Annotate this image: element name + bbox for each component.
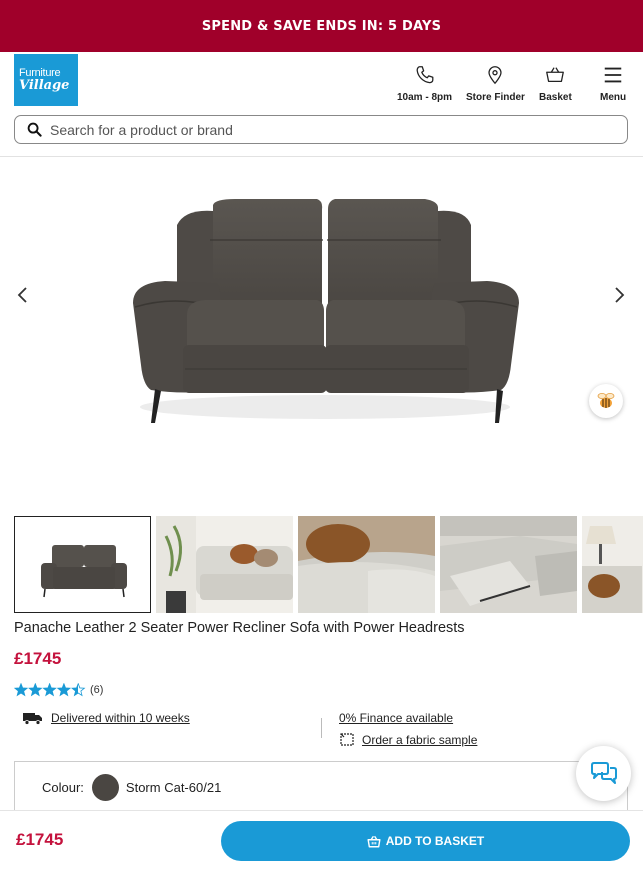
rating-stars-icon (14, 683, 86, 697)
search-icon (27, 122, 42, 137)
chat-bubbles-icon (590, 761, 617, 784)
delivery-link[interactable]: Delivered within 10 weeks (51, 711, 190, 725)
opening-hours-label: 10am - 8pm (397, 92, 453, 103)
basket-link[interactable]: Basket (539, 64, 572, 103)
store-finder-link[interactable]: Store Finder (466, 64, 525, 103)
site-header: Furniture Village 10am - 8pm Store Finde… (0, 52, 643, 110)
phone-icon (416, 66, 433, 84)
search-bar[interactable] (14, 115, 628, 144)
colour-swatch[interactable] (91, 774, 119, 801)
thumbnail-2[interactable] (156, 516, 293, 613)
promo-banner[interactable]: SPEND & SAVE ENDS IN: 5 DAYS (0, 0, 643, 52)
product-title: Panache Leather 2 Seater Power Recliner … (14, 620, 465, 636)
rating-star (70, 683, 86, 697)
rating-star (56, 683, 72, 697)
fabric-sample-link[interactable]: Order a fabric sample (362, 733, 477, 747)
bee-widget-button[interactable] (589, 384, 623, 418)
thumbnail-1-image (15, 517, 150, 612)
thumbnail-3[interactable] (298, 516, 435, 613)
basket-icon (546, 67, 565, 83)
sticky-price: £1745 (16, 830, 64, 849)
info-divider (321, 718, 322, 738)
thumbnail-strip (14, 516, 643, 613)
product-price: £1745 (14, 649, 62, 668)
store-finder-label: Store Finder (466, 92, 525, 103)
logo-line-2: Village (19, 78, 70, 93)
basket-icon-small (367, 835, 381, 847)
previous-image-arrow-icon[interactable] (13, 285, 33, 305)
product-rating[interactable]: (6) (14, 683, 103, 697)
thumbnail-4[interactable] (440, 516, 577, 613)
search-input[interactable] (50, 121, 570, 138)
promo-text: SPEND & SAVE ENDS IN: 5 DAYS (201, 18, 442, 34)
opening-hours-link[interactable]: 10am - 8pm (397, 64, 452, 103)
add-to-basket-label: ADD TO BASKET (385, 834, 485, 848)
menu-button[interactable]: Menu (600, 64, 626, 103)
delivery-info[interactable]: Delivered within 10 weeks (22, 711, 190, 725)
fabric-sample-icon (340, 733, 354, 746)
fabric-sample-info[interactable]: Order a fabric sample (339, 732, 477, 747)
live-chat-button[interactable] (576, 746, 631, 801)
thumbnail-5[interactable] (582, 516, 643, 613)
thumbnail-4-image (440, 516, 577, 613)
colour-label: Colour: (42, 780, 84, 795)
furniture-village-logo[interactable]: Furniture Village (14, 54, 78, 106)
delivery-truck-icon (23, 713, 42, 725)
finance-link[interactable]: 0% Finance available (339, 711, 453, 725)
main-product-image (133, 199, 519, 423)
thumbnail-2-image (156, 516, 293, 613)
product-image-carousel[interactable] (0, 157, 643, 507)
rating-star (42, 683, 57, 697)
basket-label: Basket (539, 92, 572, 103)
next-image-arrow-icon[interactable] (609, 285, 629, 305)
thumbnail-5-image (582, 516, 643, 613)
menu-label: Menu (600, 92, 627, 103)
location-pin-icon (488, 66, 503, 85)
colour-selector[interactable]: Colour: Storm Cat-60/21 (14, 761, 628, 813)
finance-info[interactable]: 0% Finance available (339, 711, 453, 725)
add-to-basket-button[interactable]: ADD TO BASKET (221, 821, 630, 861)
hamburger-menu-icon (604, 67, 622, 83)
colour-name: Storm Cat-60/21 (125, 780, 222, 795)
sticky-add-to-basket-bar: £1745 ADD TO BASKET (0, 810, 643, 872)
rating-star (14, 683, 29, 697)
bee-icon (597, 393, 615, 408)
review-count: (6) (90, 684, 104, 696)
rating-star (28, 683, 43, 697)
thumbnail-1[interactable] (14, 516, 151, 613)
thumbnail-3-image (298, 516, 435, 613)
